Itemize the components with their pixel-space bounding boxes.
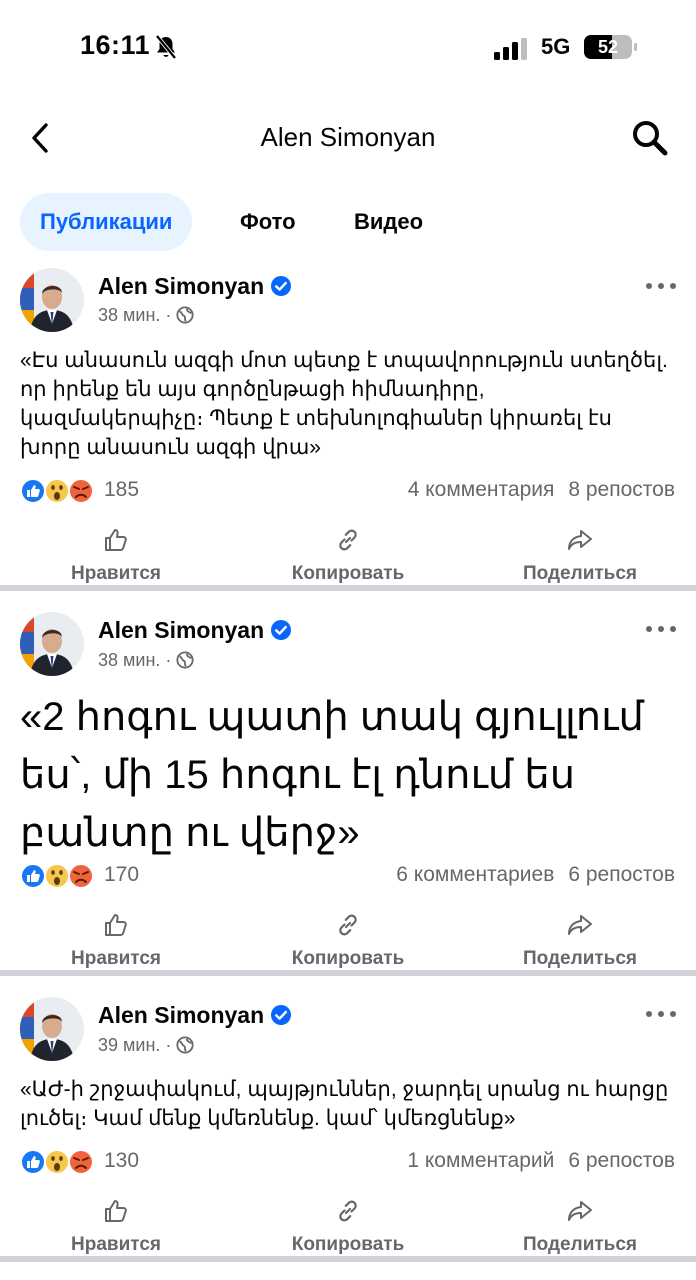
post-stats: 6 комментариев 6 репостов bbox=[396, 863, 675, 887]
share-label: Поделиться bbox=[522, 948, 638, 969]
comments-count[interactable]: 6 комментариев bbox=[396, 863, 554, 886]
more-options-button[interactable] bbox=[644, 279, 678, 293]
status-bar: 16:11 5G 52 bbox=[0, 0, 696, 96]
post-text: «ԱԺ-ի շրջափակում, պայթյուններ, ջարդել սր… bbox=[20, 1078, 669, 1130]
thumbs-up-icon bbox=[105, 529, 127, 551]
link-icon bbox=[339, 1200, 357, 1222]
tab-publications[interactable]: Публикации bbox=[20, 193, 193, 251]
battery-level: 52 bbox=[597, 37, 619, 57]
more-options-button[interactable] bbox=[644, 622, 678, 636]
thumbs-up-icon bbox=[105, 914, 127, 936]
thumbs-up-icon bbox=[105, 1200, 127, 1222]
share-arrow-icon bbox=[568, 915, 592, 935]
post-text: «Էս անասուն ազգի մոտ պետք է տպավորությու… bbox=[20, 349, 668, 459]
globe-icon bbox=[176, 650, 194, 670]
share-arrow-icon bbox=[568, 1201, 592, 1221]
post-meta: 38 мин. · bbox=[98, 650, 194, 671]
share-arrow-icon bbox=[568, 530, 592, 550]
battery-icon: 52 bbox=[584, 35, 638, 64]
reposts-count[interactable]: 8 репостов bbox=[568, 478, 675, 501]
author-name[interactable]: Alen Simonyan bbox=[98, 1002, 264, 1028]
bell-muted-icon bbox=[154, 34, 178, 65]
author-avatar[interactable] bbox=[20, 612, 84, 676]
share-label: Поделиться bbox=[522, 563, 638, 584]
reaction-count[interactable]: 185 bbox=[104, 478, 139, 502]
more-dots-icon bbox=[646, 626, 676, 632]
tab-video[interactable]: Видео bbox=[354, 193, 423, 251]
post-author[interactable]: Alen Simonyan bbox=[98, 617, 292, 647]
status-time: 16:11 bbox=[80, 30, 151, 60]
post-author[interactable]: Alen Simonyan bbox=[98, 1002, 292, 1032]
like-button[interactable]: Нравится bbox=[36, 1197, 196, 1256]
post-meta: 38 мин. · bbox=[98, 305, 194, 326]
like-label: Нравится bbox=[71, 563, 161, 584]
reaction-count[interactable]: 130 bbox=[104, 1149, 139, 1173]
author-avatar[interactable] bbox=[20, 997, 84, 1061]
share-label: Поделиться bbox=[522, 1234, 638, 1255]
verified-badge-icon bbox=[270, 275, 292, 303]
post-divider bbox=[0, 970, 696, 976]
globe-icon bbox=[176, 305, 194, 325]
reaction-icons[interactable] bbox=[19, 862, 103, 890]
copy-link-button[interactable]: Копировать bbox=[268, 1197, 428, 1256]
cellular-signal-icon bbox=[494, 38, 530, 65]
post-stats: 1 комментарий 6 репостов bbox=[407, 1149, 675, 1173]
like-button[interactable]: Нравится bbox=[36, 526, 196, 585]
link-icon bbox=[339, 914, 357, 936]
copy-label: Копировать bbox=[291, 948, 405, 969]
more-options-button[interactable] bbox=[644, 1007, 678, 1021]
more-dots-icon bbox=[646, 283, 676, 289]
like-label: Нравится bbox=[71, 948, 161, 969]
author-name[interactable]: Alen Simonyan bbox=[98, 273, 264, 299]
post-meta: 39 мин. · bbox=[98, 1035, 194, 1056]
network-type: 5G bbox=[541, 34, 571, 59]
share-button[interactable]: Поделиться bbox=[500, 911, 660, 970]
link-icon bbox=[339, 529, 357, 551]
post-text: «2 հոգու պատի տակ գյուլլում ես՝, մի 15 հ… bbox=[20, 695, 644, 855]
reposts-count[interactable]: 6 репостов bbox=[568, 863, 675, 886]
verified-badge-icon bbox=[270, 1004, 292, 1032]
like-button[interactable]: Нравится bbox=[36, 911, 196, 970]
reaction-icons[interactable] bbox=[19, 1148, 103, 1176]
post-author[interactable]: Alen Simonyan bbox=[98, 273, 292, 303]
post-time[interactable]: 39 мин. bbox=[98, 1035, 160, 1055]
comments-count[interactable]: 1 комментарий bbox=[407, 1149, 554, 1172]
author-avatar[interactable] bbox=[20, 268, 84, 332]
reaction-icons[interactable] bbox=[19, 477, 103, 505]
post-time[interactable]: 38 мин. bbox=[98, 305, 160, 325]
post-time[interactable]: 38 мин. bbox=[98, 650, 160, 670]
globe-icon bbox=[176, 1035, 194, 1055]
search-icon bbox=[633, 121, 668, 156]
like-label: Нравится bbox=[71, 1234, 161, 1255]
post-divider bbox=[0, 1256, 696, 1262]
comments-count[interactable]: 4 комментария bbox=[408, 478, 555, 501]
verified-badge-icon bbox=[270, 619, 292, 647]
search-button[interactable] bbox=[630, 118, 670, 158]
author-name[interactable]: Alen Simonyan bbox=[98, 617, 264, 643]
copy-label: Копировать bbox=[291, 563, 405, 584]
copy-link-button[interactable]: Копировать bbox=[268, 911, 428, 970]
page-title: Alen Simonyan bbox=[260, 122, 436, 152]
tab-photo[interactable]: Фото bbox=[240, 193, 296, 251]
copy-label: Копировать bbox=[291, 1234, 405, 1255]
more-dots-icon bbox=[646, 1011, 676, 1017]
post-stats: 4 комментария 8 репостов bbox=[408, 478, 675, 502]
copy-link-button[interactable]: Копировать bbox=[268, 526, 428, 585]
share-button[interactable]: Поделиться bbox=[500, 526, 660, 585]
reposts-count[interactable]: 6 репостов bbox=[568, 1149, 675, 1172]
post-divider bbox=[0, 585, 696, 591]
reaction-count[interactable]: 170 bbox=[104, 863, 139, 887]
share-button[interactable]: Поделиться bbox=[500, 1197, 660, 1256]
